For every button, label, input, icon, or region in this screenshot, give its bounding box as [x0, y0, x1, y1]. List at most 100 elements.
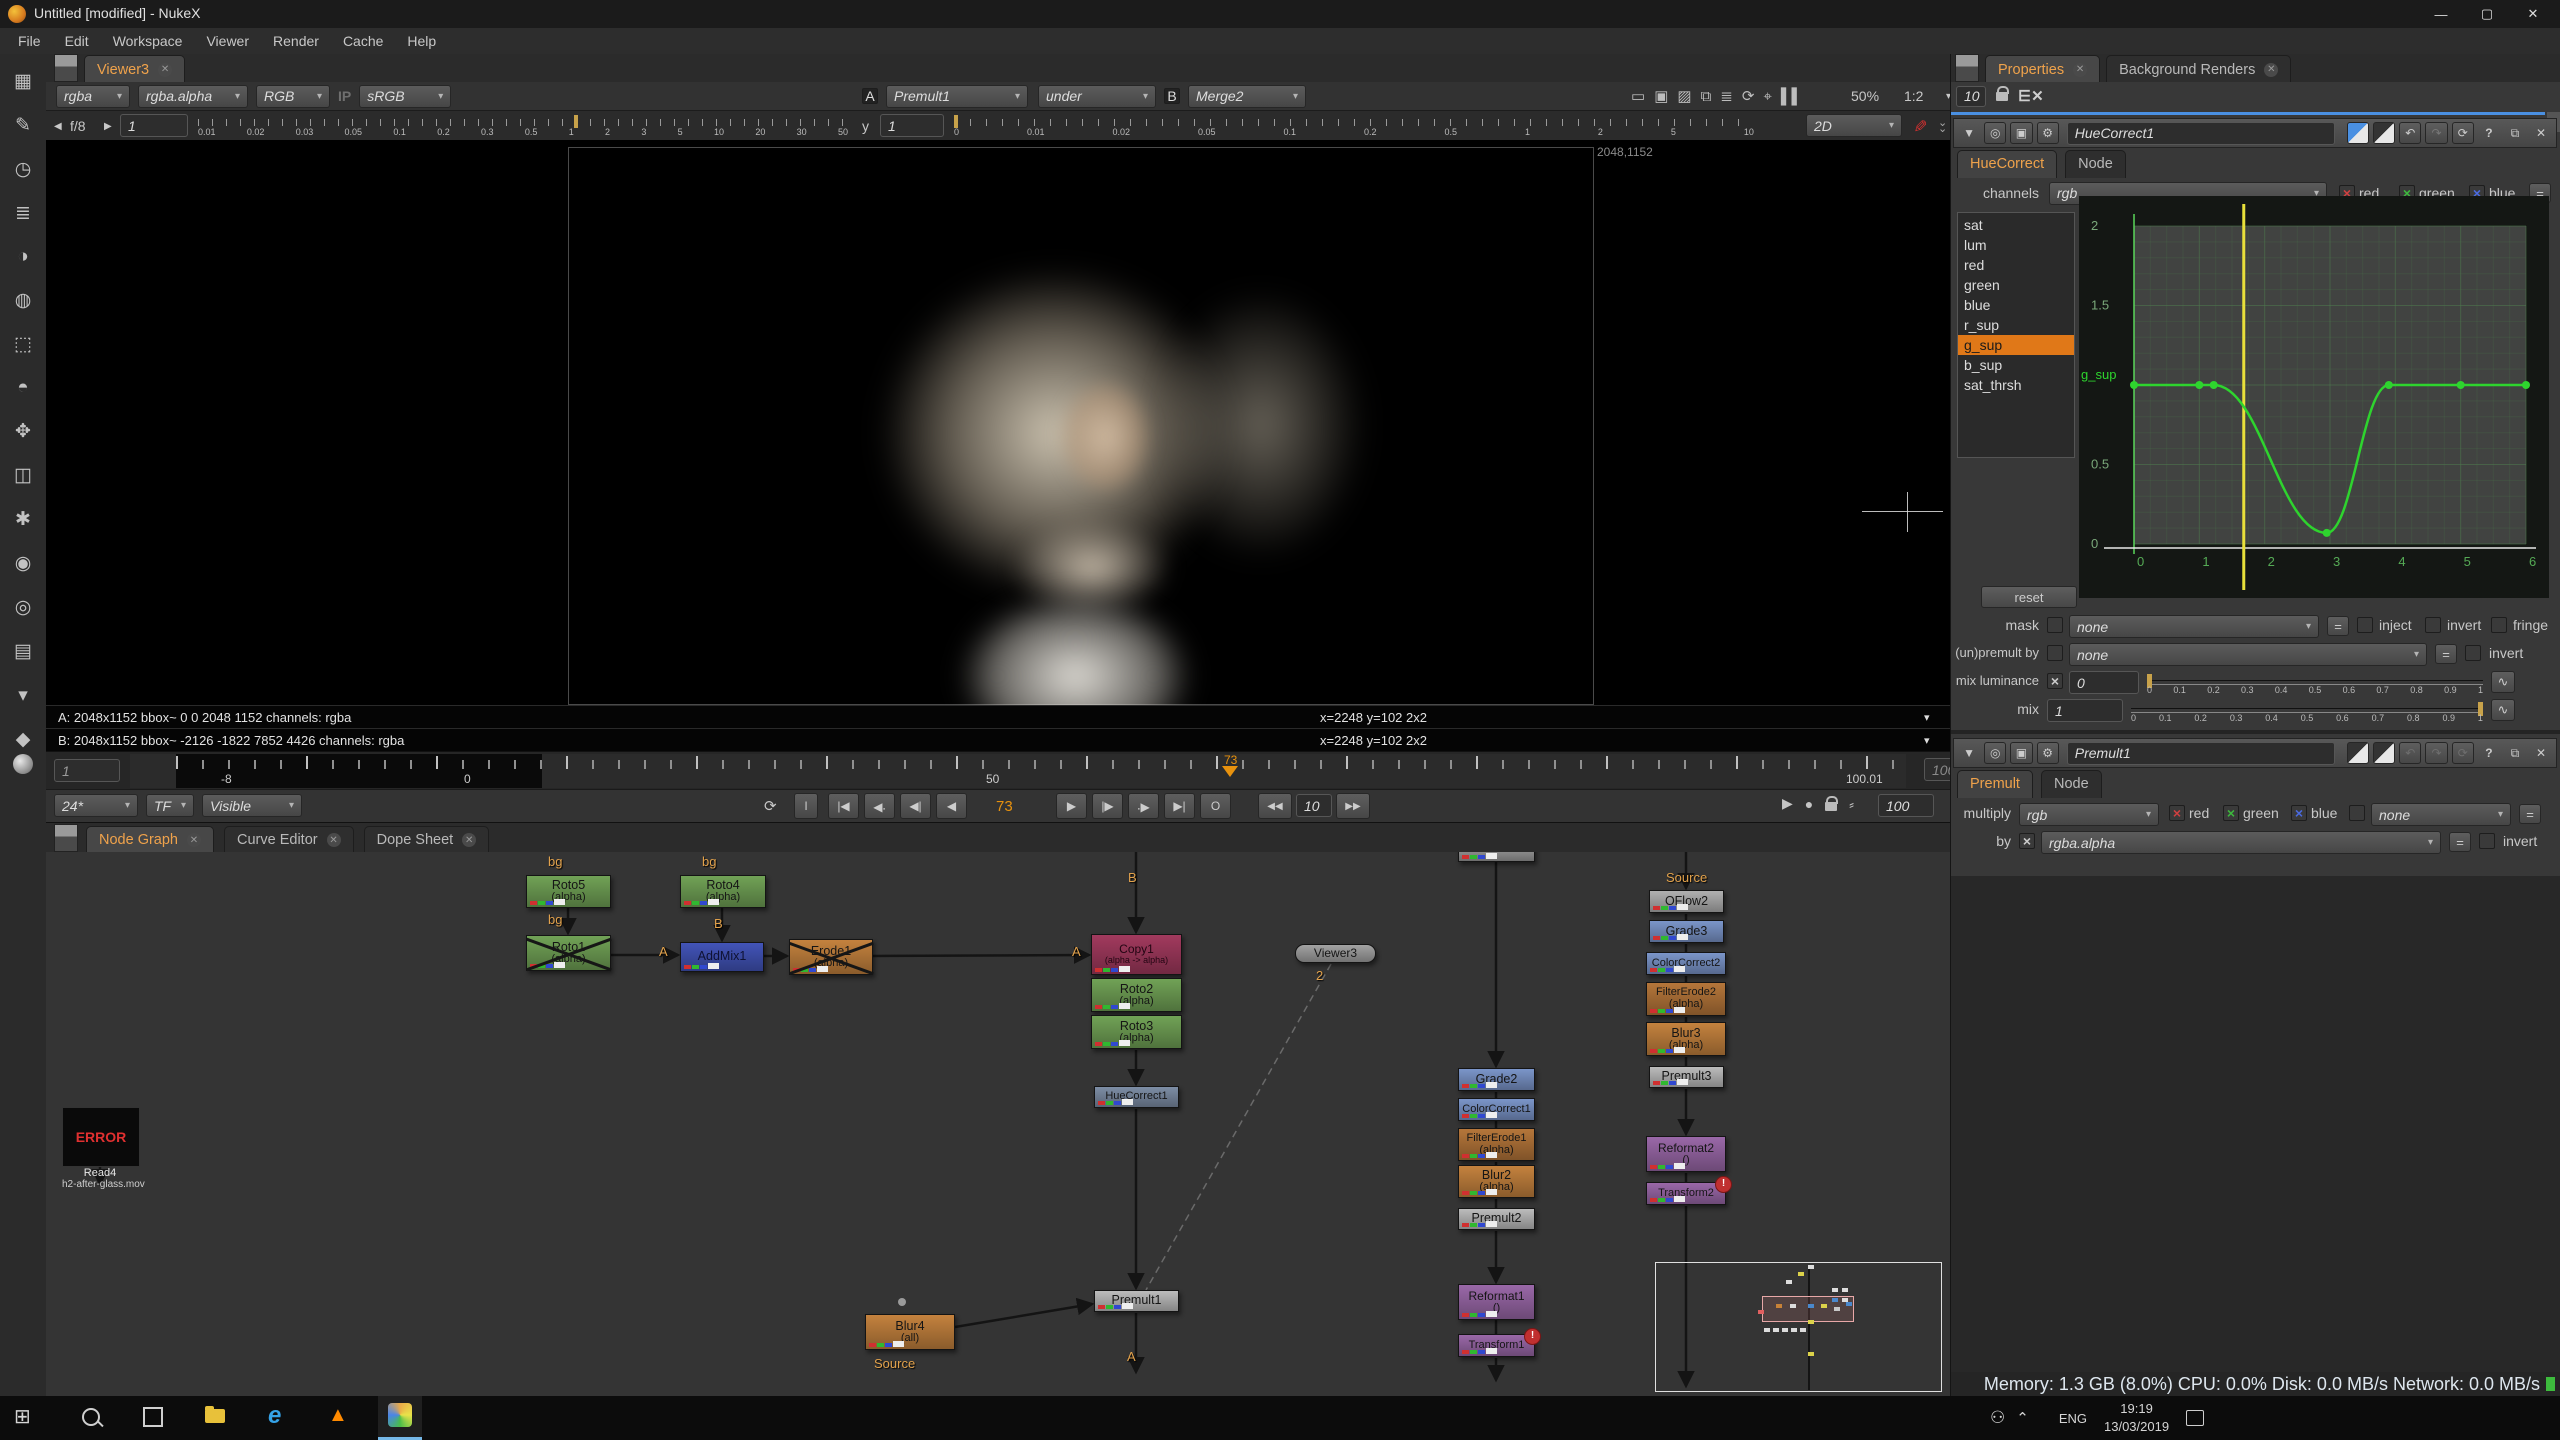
collapse-icon[interactable]: ▼: [1958, 742, 1980, 764]
by-checkbox[interactable]: ×: [2019, 833, 2035, 849]
mix-luminance-input[interactable]: 0: [2069, 671, 2139, 694]
wrench-icon[interactable]: ⚙: [2036, 742, 2059, 764]
monitor-out-icon[interactable]: ▭: [1631, 87, 1645, 105]
vlc-icon[interactable]: ▲: [328, 1404, 348, 1427]
curve-list-item-r_sup[interactable]: r_sup: [1958, 315, 2074, 335]
gain-mode-label[interactable]: f/8: [70, 118, 86, 134]
transport-button[interactable]: ◀: [936, 793, 967, 819]
node-erode1[interactable]: Erode1 (alpha): [788, 939, 874, 976]
transport-button[interactable]: ▶|: [1164, 793, 1195, 819]
redo-icon[interactable]: ↷: [2425, 122, 2448, 144]
menu-item[interactable]: Viewer: [206, 33, 249, 49]
ip-toggle[interactable]: IP: [338, 88, 351, 104]
reset-button[interactable]: reset: [1981, 586, 2077, 608]
unpremult-equals-button[interactable]: =: [2435, 644, 2457, 664]
frame-ruler[interactable]: -8 0 50 100.01 73: [130, 753, 1906, 788]
curve-point[interactable]: [2209, 381, 2218, 389]
time-icon[interactable]: ◷: [15, 158, 32, 181]
tab-properties[interactable]: Properties ✕: [1985, 55, 2101, 83]
node-colorcorrect1[interactable]: ColorCorrect1: [1458, 1098, 1535, 1121]
postage-stamp-icon[interactable]: ▣: [2010, 122, 2033, 144]
display-channel-dropdown[interactable]: RGB ▾: [256, 84, 330, 108]
particles-icon[interactable]: ✱: [15, 508, 31, 531]
fps-dropdown[interactable]: 24* ▾: [54, 794, 138, 817]
undo-icon[interactable]: ↶: [2399, 742, 2422, 764]
close-panel-icon[interactable]: ✕: [2530, 742, 2552, 764]
channel-icon[interactable]: ≣: [15, 202, 31, 225]
loop-mode-icon[interactable]: ⟳: [764, 797, 777, 815]
other-icon[interactable]: ◆: [16, 728, 31, 751]
color-icon[interactable]: ◑: [17, 246, 28, 268]
close-button[interactable]: ✕: [2510, 0, 2556, 28]
hue-curve-editor[interactable]: 2 1.5 0.5 0 0 1 2 3 4 5 6 g_sup: [2079, 196, 2549, 598]
language-indicator[interactable]: ENG: [2059, 1411, 2087, 1426]
view-mode-dropdown[interactable]: 2D ▾: [1806, 114, 1902, 137]
input-b-dropdown[interactable]: Merge2 ▾: [1188, 84, 1306, 108]
undo-icon[interactable]: ↶: [2399, 122, 2422, 144]
collapse-icon[interactable]: ▼: [1958, 122, 1980, 144]
menu-item[interactable]: Cache: [343, 33, 383, 49]
menu-item[interactable]: Render: [273, 33, 319, 49]
max-panels-input[interactable]: 10: [1956, 85, 1986, 107]
clear-panels-icon[interactable]: ⋿✕: [2018, 87, 2044, 105]
draw-icon[interactable]: ✎: [15, 114, 31, 137]
curve-point[interactable]: [2322, 528, 2331, 537]
node-roto5[interactable]: Roto5 (alpha): [526, 875, 611, 908]
node-roto3[interactable]: Roto3 (alpha): [1091, 1015, 1182, 1049]
proxy-ratio[interactable]: 1:2: [1904, 88, 1923, 104]
3d-icon[interactable]: ◫: [14, 464, 32, 487]
node-transform1[interactable]: Transform1!: [1458, 1328, 1541, 1357]
tab-premult[interactable]: Premult: [1957, 769, 2033, 798]
revert-icon[interactable]: ⟳: [2451, 742, 2474, 764]
node-huecorrect1[interactable]: HueCorrect1: [1094, 1086, 1179, 1108]
gain-input[interactable]: 1: [120, 114, 188, 137]
transport-button[interactable]: ◀|: [900, 793, 931, 819]
tf-dropdown[interactable]: TF ▾: [146, 794, 194, 817]
metadata-icon[interactable]: ▤: [14, 640, 32, 663]
tab-background-renders[interactable]: Background Renders ✕: [2106, 55, 2292, 83]
node-blur2[interactable]: Blur2 (alpha): [1458, 1165, 1535, 1198]
float-panel-icon[interactable]: ⧉: [2504, 122, 2526, 144]
mix-curve-button[interactable]: ∿: [2491, 699, 2515, 721]
tab-curve-editor[interactable]: Curve Editor ✕: [224, 825, 354, 854]
node-addmix1[interactable]: AddMix1: [680, 942, 764, 972]
unpremult-checkbox[interactable]: [2047, 645, 2063, 661]
node-grade2[interactable]: Grade2: [1458, 1068, 1535, 1091]
by-dropdown[interactable]: rgba.alpha ▾: [2041, 831, 2441, 854]
node-reformat2[interactable]: Reformat2(): [1646, 1136, 1726, 1172]
current-frame-display[interactable]: 73: [996, 798, 1013, 815]
node-transform2[interactable]: Transform2!: [1646, 1176, 1732, 1205]
layer-dropdown[interactable]: rgba ▾: [56, 84, 130, 108]
toolsets-icon[interactable]: ▾: [18, 684, 28, 707]
node-filtererode1[interactable]: FilterErode1 (alpha): [1458, 1128, 1535, 1161]
center-node-icon[interactable]: ◎: [1984, 122, 2007, 144]
curve-point[interactable]: [2456, 381, 2465, 389]
search-icon[interactable]: [82, 1408, 100, 1426]
checker-icon[interactable]: ▨: [1677, 87, 1691, 105]
curve-point[interactable]: [2522, 381, 2530, 389]
skip-value-input[interactable]: 10: [1296, 794, 1332, 817]
green-checkbox[interactable]: ×: [2223, 805, 2239, 821]
menu-item[interactable]: File: [18, 33, 41, 49]
node-filtererode2[interactable]: FilterErode2 (alpha): [1646, 982, 1726, 1016]
node-name-field[interactable]: Premult1: [2066, 741, 2335, 765]
curve-list-item-g_sup[interactable]: g_sup: [1958, 335, 2074, 355]
multiply-dropdown[interactable]: rgb ▾: [2019, 803, 2159, 826]
roi-icon[interactable]: ⌖: [1763, 88, 1771, 105]
node-read4[interactable]: ERROR Read4 h2-after-glass.mov: [62, 1107, 145, 1190]
node-viewer3[interactable]: Viewer3: [1295, 944, 1376, 963]
transport-button[interactable]: |◀: [828, 793, 859, 819]
clock[interactable]: 19:19 13/03/2019: [2104, 1400, 2169, 1435]
transport-button[interactable]: ⸳▶: [1128, 793, 1159, 819]
mix-luminance-checkbox[interactable]: ×: [2047, 673, 2063, 689]
node-blur3[interactable]: Blur3 (alpha): [1646, 1022, 1726, 1056]
transport-button[interactable]: ◀⸳: [864, 793, 895, 819]
multiply-equals-button[interactable]: =: [2519, 804, 2541, 824]
deep-icon[interactable]: ◉: [15, 552, 32, 575]
skip-back-button[interactable]: ◀◀: [1258, 793, 1292, 819]
pane-menu-icon[interactable]: [1955, 54, 1979, 82]
mix-input[interactable]: 1: [2047, 699, 2123, 722]
invert-unpremult-checkbox[interactable]: [2465, 645, 2481, 661]
overlay-icon[interactable]: ⧉: [1701, 88, 1712, 105]
mix-luminance-slider[interactable]: 0 0.1 0.2 0.3 0.4 0.5 0.6 0.7 0.8 0.9 1: [2147, 672, 2483, 695]
